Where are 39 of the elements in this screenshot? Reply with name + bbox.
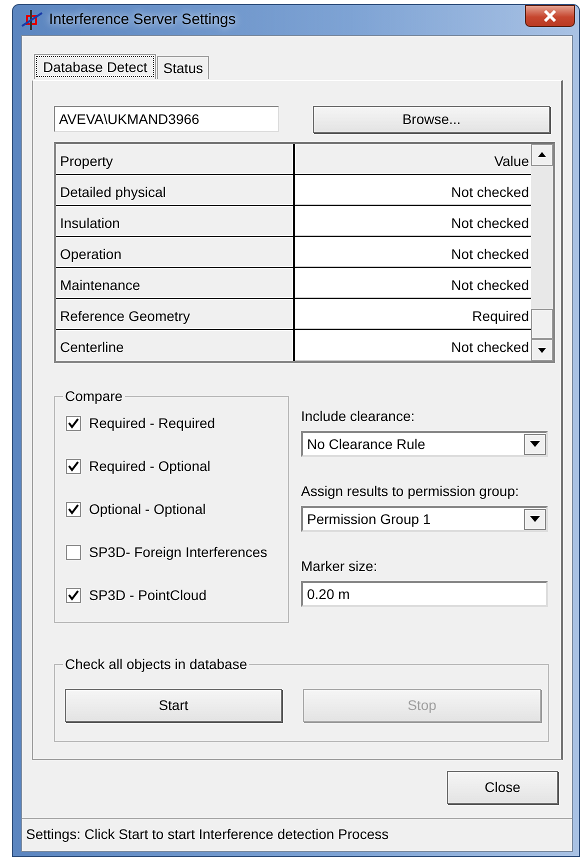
value-cell: Not checked [295,330,531,361]
database-field[interactable]: AVEVA\UKMAND3966 [54,106,279,132]
tab[interactable]: Database Detect [34,54,156,79]
checkbox[interactable] [66,459,81,474]
value-cell: Not checked [295,268,531,298]
dropdown[interactable]: No Clearance Rule [301,431,548,457]
checkbox-label: Required - Optional [89,457,210,476]
tab[interactable]: Status [157,56,209,79]
scroll-down-icon[interactable] [531,339,553,361]
dropdown-arrow-icon [530,516,540,522]
status-bar: Settings: Click Start to start Interference detection Process [22,818,572,851]
checkbox[interactable] [66,545,81,560]
dropdown[interactable]: Permission Group 1 [301,506,548,532]
browse-button[interactable]: Browse... [313,106,550,133]
checkbox[interactable] [66,502,81,517]
value-cell: Required [295,299,531,329]
window-title: Interference Server Settings [49,10,236,30]
checkbox[interactable] [66,416,81,431]
field-label: Marker size: [301,557,378,576]
checkbox-label: Required - Required [89,414,216,433]
value-cell: Not checked [295,237,531,267]
checkbox-label: Optional - Optional [89,500,206,519]
close-button[interactable]: Close [447,771,558,804]
scroll-up-icon[interactable] [531,144,553,166]
close-icon [543,10,557,22]
scroll-thumb[interactable] [531,309,553,339]
checkbox-label: SP3D - PointCloud [89,586,207,605]
marker-size-field[interactable]: 0.20 m [301,581,548,607]
checkbox-label: SP3D- Foreign Interferences [89,543,268,562]
field-label: Include clearance: [301,407,416,426]
value-cell: Not checked [295,206,531,236]
start-button[interactable]: Start [65,689,282,722]
close-window-button[interactable] [525,5,575,27]
field-label: Assign results to permission group: [301,482,520,501]
dropdown-arrow-icon [530,441,540,447]
checkbox[interactable] [66,588,81,603]
value-cell: Not checked [295,175,531,205]
app-icon [21,10,43,30]
scrollbar[interactable] [531,144,553,361]
